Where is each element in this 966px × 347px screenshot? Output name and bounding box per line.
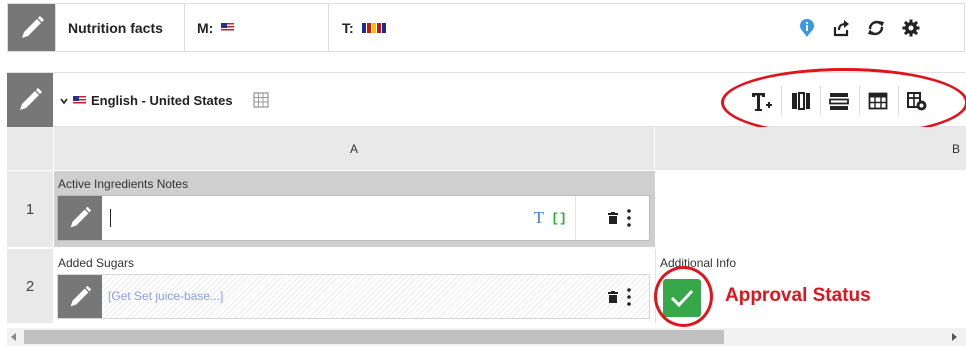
pencil-icon [21, 15, 44, 38]
cell-label: Active Ingredients Notes [58, 177, 189, 191]
text-format-button[interactable]: T [531, 208, 547, 228]
field-edit-button[interactable] [58, 275, 102, 318]
page-title: Nutrition facts [68, 19, 163, 36]
more-options-button[interactable] [623, 283, 635, 311]
translation-languages-cell[interactable]: T: [329, 4, 776, 51]
scroll-left-arrow[interactable] [11, 333, 16, 341]
more-vertical-icon [627, 288, 631, 306]
edit-pencil-button[interactable] [8, 4, 55, 51]
more-options-button[interactable] [623, 204, 635, 232]
cell-a1: Active Ingredients Notes T [] [54, 171, 655, 247]
brackets-icon: [] [551, 210, 567, 226]
grid-view-button[interactable] [253, 92, 269, 108]
grid-icon [253, 92, 269, 108]
field-divider [575, 196, 576, 240]
language-selector[interactable]: English - United States [60, 93, 233, 108]
row-number[interactable]: 2 [7, 249, 53, 323]
refresh-button[interactable] [859, 4, 893, 51]
master-label: M: [197, 19, 214, 36]
page-title-cell: Nutrition facts [55, 4, 185, 51]
master-language-cell[interactable]: M: [185, 4, 329, 51]
field-edit-button[interactable] [58, 196, 102, 240]
us-flag-icon [221, 23, 235, 32]
delete-button[interactable] [606, 287, 620, 307]
share-button[interactable] [824, 4, 858, 51]
scroll-right-arrow[interactable] [952, 333, 957, 341]
pencil-icon [70, 285, 92, 306]
share-icon [833, 19, 849, 36]
placeholder-brackets-button[interactable]: [] [550, 208, 568, 228]
pencil-icon [20, 88, 42, 110]
cell-a2: Added Sugars [Get Set juice-base...] [54, 249, 655, 323]
text-format-icon: T [533, 208, 545, 227]
gear-icon [902, 19, 920, 36]
horizontal-scrollbar[interactable] [7, 328, 966, 346]
delete-button[interactable] [606, 208, 620, 228]
text-cursor [110, 209, 111, 227]
scrollbar-thumb[interactable] [24, 330, 724, 344]
pencil-icon [70, 206, 92, 228]
approval-status-annotation: Approval Status [725, 285, 871, 306]
refresh-icon [868, 20, 884, 35]
language-label: English - United States [91, 93, 233, 108]
edit-content-button[interactable] [7, 73, 53, 127]
translation-flags-icon [361, 22, 386, 33]
translations-label: T: [342, 19, 354, 36]
column-header-a[interactable]: A [54, 127, 654, 170]
column-header-b[interactable]: B [655, 127, 966, 170]
chevron-down-icon [60, 98, 68, 104]
info-icon [800, 18, 814, 37]
placeholder-reference-text: [Get Set juice-base...] [108, 289, 224, 303]
more-vertical-icon [627, 209, 631, 227]
us-flag-icon [73, 96, 86, 105]
trash-icon [608, 291, 618, 303]
corner-cell [7, 127, 53, 170]
settings-button[interactable] [894, 4, 928, 51]
approval-highlight-annotation [654, 266, 713, 327]
row-number[interactable]: 1 [7, 171, 53, 247]
active-ingredients-field[interactable]: T [] [57, 195, 650, 241]
cell-label: Added Sugars [58, 256, 135, 270]
cell-b1[interactable] [655, 171, 966, 247]
trash-icon [608, 212, 618, 224]
page-toolbar: Nutrition facts M: T: [7, 3, 965, 52]
added-sugars-field[interactable]: [Get Set juice-base...] [57, 274, 650, 319]
info-button[interactable] [790, 4, 824, 51]
